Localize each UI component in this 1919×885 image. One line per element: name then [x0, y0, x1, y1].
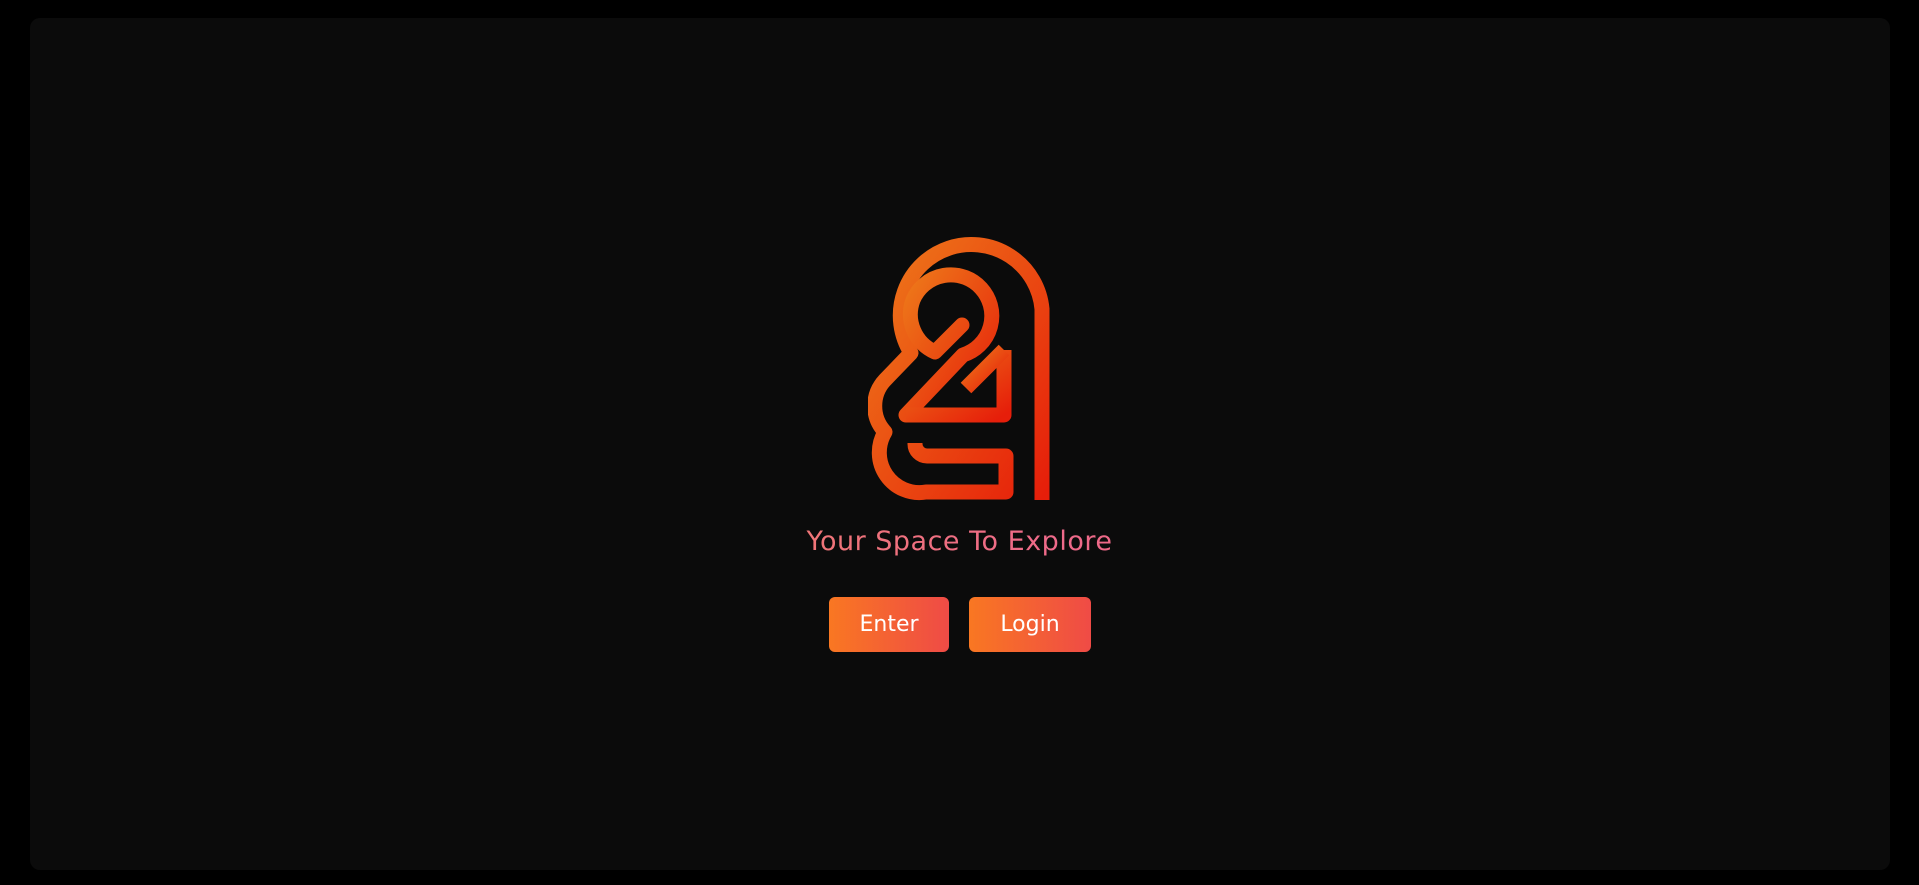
tagline: Your Space To Explore	[0, 526, 1919, 557]
login-button[interactable]: Login	[969, 597, 1091, 652]
logo-24-icon	[868, 237, 1050, 501]
enter-button[interactable]: Enter	[829, 597, 949, 652]
